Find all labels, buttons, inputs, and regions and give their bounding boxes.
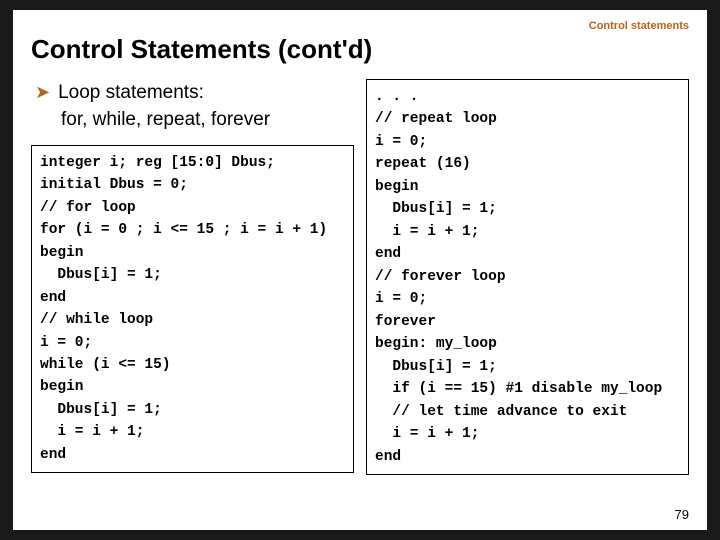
content-columns: ➤ Loop statements: for, while, repeat, f… bbox=[31, 79, 689, 475]
slide-title: Control Statements (cont'd) bbox=[31, 34, 689, 65]
bullet-heading: Loop statements: bbox=[58, 81, 204, 105]
right-column: . . . // repeat loop i = 0; repeat (16) … bbox=[366, 79, 689, 475]
left-column: ➤ Loop statements: for, while, repeat, f… bbox=[31, 79, 354, 473]
code-box-right: . . . // repeat loop i = 0; repeat (16) … bbox=[366, 79, 689, 475]
bullet-arrow-icon: ➤ bbox=[35, 81, 50, 105]
code-right: . . . // repeat loop i = 0; repeat (16) … bbox=[375, 86, 680, 468]
code-left: integer i; reg [15:0] Dbus; initial Dbus… bbox=[40, 152, 345, 467]
slide: Control statements Control Statements (c… bbox=[13, 10, 707, 530]
code-box-left: integer i; reg [15:0] Dbus; initial Dbus… bbox=[31, 145, 354, 474]
bullet-subline: for, while, repeat, forever bbox=[61, 109, 354, 131]
bullet-item: ➤ Loop statements: bbox=[35, 81, 354, 105]
page-number: 79 bbox=[675, 507, 689, 522]
topic-label: Control statements bbox=[589, 20, 689, 32]
